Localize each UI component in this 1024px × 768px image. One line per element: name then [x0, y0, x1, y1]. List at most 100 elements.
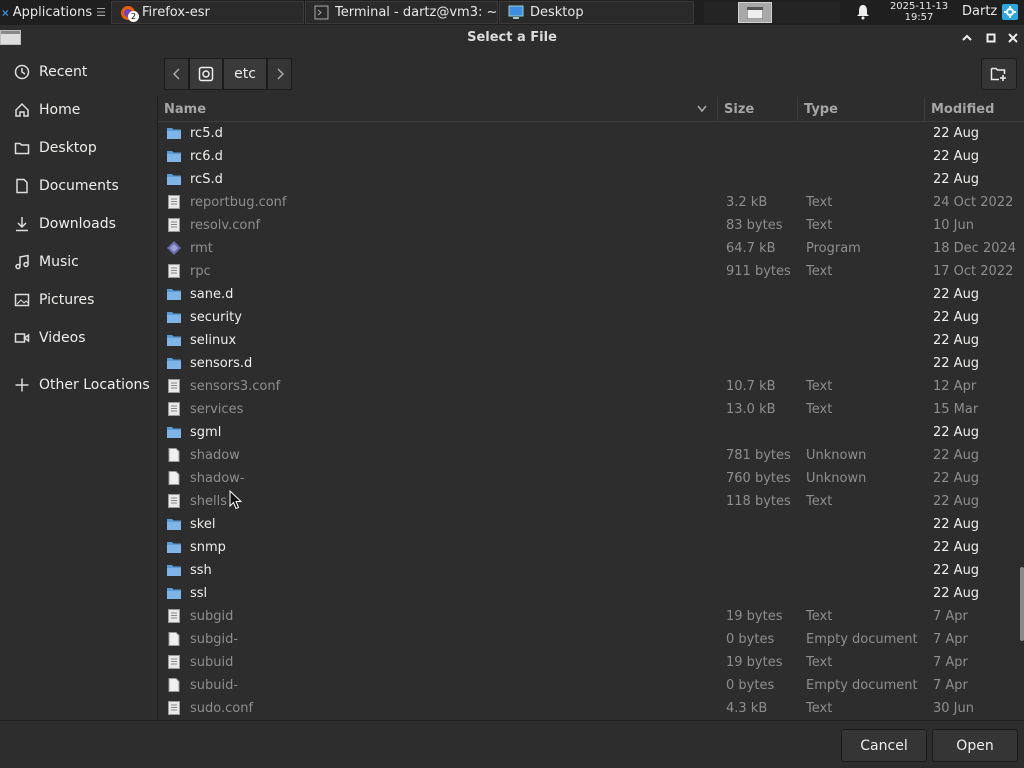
file-name: rpc	[190, 264, 211, 279]
sidebar-item-recent[interactable]: Recent	[0, 55, 155, 89]
file-row[interactable]: shadow 781 bytes Unknown 22 Aug	[158, 444, 1018, 467]
chevron-left-icon	[172, 68, 180, 80]
column-header-modified[interactable]: Modified	[925, 97, 1024, 122]
file-name: subuid	[190, 655, 234, 670]
file-modified: 22 Aug	[933, 563, 980, 578]
file-row[interactable]: subuid 19 bytes Text 7 Apr	[158, 651, 1018, 674]
sidebar-item-documents[interactable]: Documents	[0, 169, 155, 203]
user-menu-icon[interactable]	[1002, 4, 1018, 20]
task-label: Desktop	[530, 5, 584, 20]
menu-separator-icon: ☰	[96, 6, 106, 19]
path-crumb-current[interactable]: etc	[223, 58, 267, 90]
task-firefox[interactable]: 2 Firefox-esr	[111, 1, 304, 24]
path-forward-button[interactable]	[267, 58, 292, 90]
dialog-titlebar: Select a File	[0, 25, 1024, 50]
text-file-icon	[166, 608, 182, 624]
file-modified: 22 Aug	[933, 287, 980, 302]
file-row[interactable]: security 22 Aug	[158, 306, 1018, 329]
cancel-button[interactable]: Cancel	[841, 729, 927, 762]
column-header-type[interactable]: Type	[798, 97, 925, 122]
applications-label: Applications	[12, 5, 93, 20]
workspace-2-active[interactable]	[738, 2, 772, 23]
file-row[interactable]: subuid- 0 bytes Empty document 7 Apr	[158, 674, 1018, 697]
file-row[interactable]: rc5.d 22 Aug	[158, 122, 1018, 145]
window-count-badge: 2	[128, 10, 139, 22]
column-header-name[interactable]: Name	[158, 97, 718, 122]
file-row[interactable]: skel 22 Aug	[158, 513, 1018, 536]
file-list[interactable]: Name Size Type Modified rc5.d 22 Aug rc6.d…	[157, 97, 1024, 720]
folder-icon	[166, 171, 182, 187]
file-modified: 15 Mar	[933, 402, 979, 417]
new-folder-icon	[990, 67, 1006, 81]
text-file-icon	[166, 263, 182, 279]
applications-menu[interactable]: Applications ☰	[0, 0, 110, 25]
open-button[interactable]: Open	[932, 729, 1018, 762]
picture-icon	[14, 293, 30, 307]
file-row[interactable]: sudo.conf 4.3 kB Text 30 Jun	[158, 697, 1018, 720]
sidebar-item-pictures[interactable]: Pictures	[0, 283, 155, 317]
file-row[interactable]: rcS.d 22 Aug	[158, 168, 1018, 191]
file-name: sane.d	[190, 287, 234, 302]
sidebar-item-home[interactable]: Home	[0, 93, 155, 127]
path-root-button[interactable]	[189, 58, 223, 90]
file-modified: 7 Apr	[933, 655, 968, 670]
file-row[interactable]: shells 118 bytes Text 22 Aug	[158, 490, 1018, 513]
file-row[interactable]: reportbug.conf 3.2 kB Text 24 Oct 2022	[158, 191, 1018, 214]
vertical-scrollbar[interactable]	[1020, 567, 1024, 641]
file-row[interactable]: shadow- 760 bytes Unknown 22 Aug	[158, 467, 1018, 490]
file-row[interactable]: rpc 911 bytes Text 17 Oct 2022	[158, 260, 1018, 283]
minimize-icon[interactable]	[958, 29, 976, 47]
path-back-button[interactable]	[164, 58, 189, 90]
sidebar-item-videos[interactable]: Videos	[0, 321, 155, 355]
file-modified: 7 Apr	[933, 632, 968, 647]
clock[interactable]: 2025-11-13 19:57	[884, 1, 954, 23]
file-row[interactable]: subgid- 0 bytes Empty document 7 Apr	[158, 628, 1018, 651]
file-row[interactable]: ssh 22 Aug	[158, 559, 1018, 582]
file-modified: 22 Aug	[933, 172, 980, 187]
window-icon[interactable]	[0, 30, 21, 45]
file-row[interactable]: selinux 22 Aug	[158, 329, 1018, 352]
task-desktop[interactable]: Desktop	[499, 1, 694, 24]
file-row[interactable]: subgid 19 bytes Text 7 Apr	[158, 605, 1018, 628]
firefox-icon: 2	[120, 5, 139, 22]
sidebar-item-label: Other Locations	[39, 377, 150, 393]
file-modified: 18 Dec 2024	[933, 241, 1017, 256]
sidebar-item-desktop[interactable]: Desktop	[0, 131, 155, 165]
file-name: rcS.d	[190, 172, 223, 187]
close-icon[interactable]	[1004, 29, 1022, 47]
notification-bell-icon[interactable]	[855, 4, 871, 24]
file-row[interactable]: sgml 22 Aug	[158, 421, 1018, 444]
file-row[interactable]: sane.d 22 Aug	[158, 283, 1018, 306]
maximize-icon[interactable]	[982, 29, 1000, 47]
clock-time: 19:57	[904, 12, 934, 23]
file-row[interactable]: snmp 22 Aug	[158, 536, 1018, 559]
column-header-size[interactable]: Size	[718, 97, 798, 122]
file-row[interactable]: sensors.d 22 Aug	[158, 352, 1018, 375]
sidebar-item-music[interactable]: Music	[0, 245, 155, 279]
file-icon	[166, 631, 182, 647]
workspace-1[interactable]	[704, 2, 738, 23]
file-modified: 12 Apr	[933, 379, 977, 394]
user-name[interactable]: Dartz	[962, 4, 997, 19]
file-row[interactable]: rmt 64.7 kB Program 18 Dec 2024	[158, 237, 1018, 260]
workspace-3[interactable]	[772, 2, 806, 23]
new-folder-button[interactable]	[981, 58, 1017, 90]
sidebar-item-other-locations[interactable]: Other Locations	[0, 368, 155, 402]
task-terminal[interactable]: Terminal - dartz@vm3: ~	[305, 1, 498, 24]
file-size: 0 bytes	[726, 678, 775, 693]
chevron-right-icon	[276, 68, 284, 80]
file-row[interactable]: ssl 22 Aug	[158, 582, 1018, 605]
text-file-icon	[166, 194, 182, 210]
file-row[interactable]: sensors3.conf 10.7 kB Text 12 Apr	[158, 375, 1018, 398]
file-icon	[166, 677, 182, 693]
executable-icon	[166, 240, 182, 256]
workspace-4[interactable]	[806, 2, 840, 23]
file-row[interactable]: resolv.conf 83 bytes Text 10 Jun	[158, 214, 1018, 237]
top-panel: Applications ☰ 2 Firefox-esr Terminal - …	[0, 0, 1024, 25]
file-row[interactable]: services 13.0 kB Text 15 Mar	[158, 398, 1018, 421]
sidebar-item-downloads[interactable]: Downloads	[0, 207, 155, 241]
file-name: rc6.d	[190, 149, 223, 164]
file-modified: 22 Aug	[933, 540, 980, 555]
file-modified: 22 Aug	[933, 425, 980, 440]
file-row[interactable]: rc6.d 22 Aug	[158, 145, 1018, 168]
